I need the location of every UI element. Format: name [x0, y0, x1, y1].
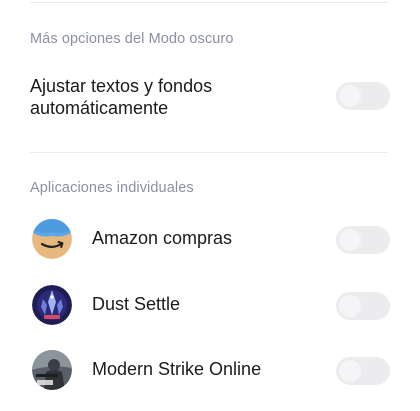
toggle-knob: [339, 229, 361, 251]
top-divider: [30, 2, 388, 3]
app-toggle-amazon-compras[interactable]: [336, 226, 390, 254]
section-label-individual-apps: Aplicaciones individuales: [30, 180, 194, 196]
app-name: Amazon compras: [92, 228, 233, 248]
app-name: Modern Strike Online: [92, 359, 262, 379]
modern-strike-online-icon: [32, 350, 72, 390]
toggle-knob: [339, 85, 361, 107]
amazon-shopping-icon: [32, 219, 72, 259]
toggle-knob: [339, 360, 361, 382]
app-toggle-dust-settle[interactable]: [336, 292, 390, 320]
app-row-amazon-compras[interactable]: Amazon compras: [0, 216, 420, 266]
app-toggle-modern-strike-online[interactable]: [336, 357, 390, 385]
auto-adjust-toggle[interactable]: [336, 82, 390, 110]
dust-settle-icon: [32, 285, 72, 325]
app-row-modern-strike-online[interactable]: Modern Strike Online: [0, 347, 420, 397]
toggle-knob: [339, 295, 361, 317]
app-row-dust-settle[interactable]: Dust Settle: [0, 282, 420, 332]
section-divider: [30, 152, 388, 153]
auto-adjust-label: Ajustar textos y fondos automáticamente: [30, 76, 213, 118]
app-name: Dust Settle: [92, 294, 181, 314]
section-label-dark-mode-options: Más opciones del Modo oscuro: [30, 31, 234, 47]
